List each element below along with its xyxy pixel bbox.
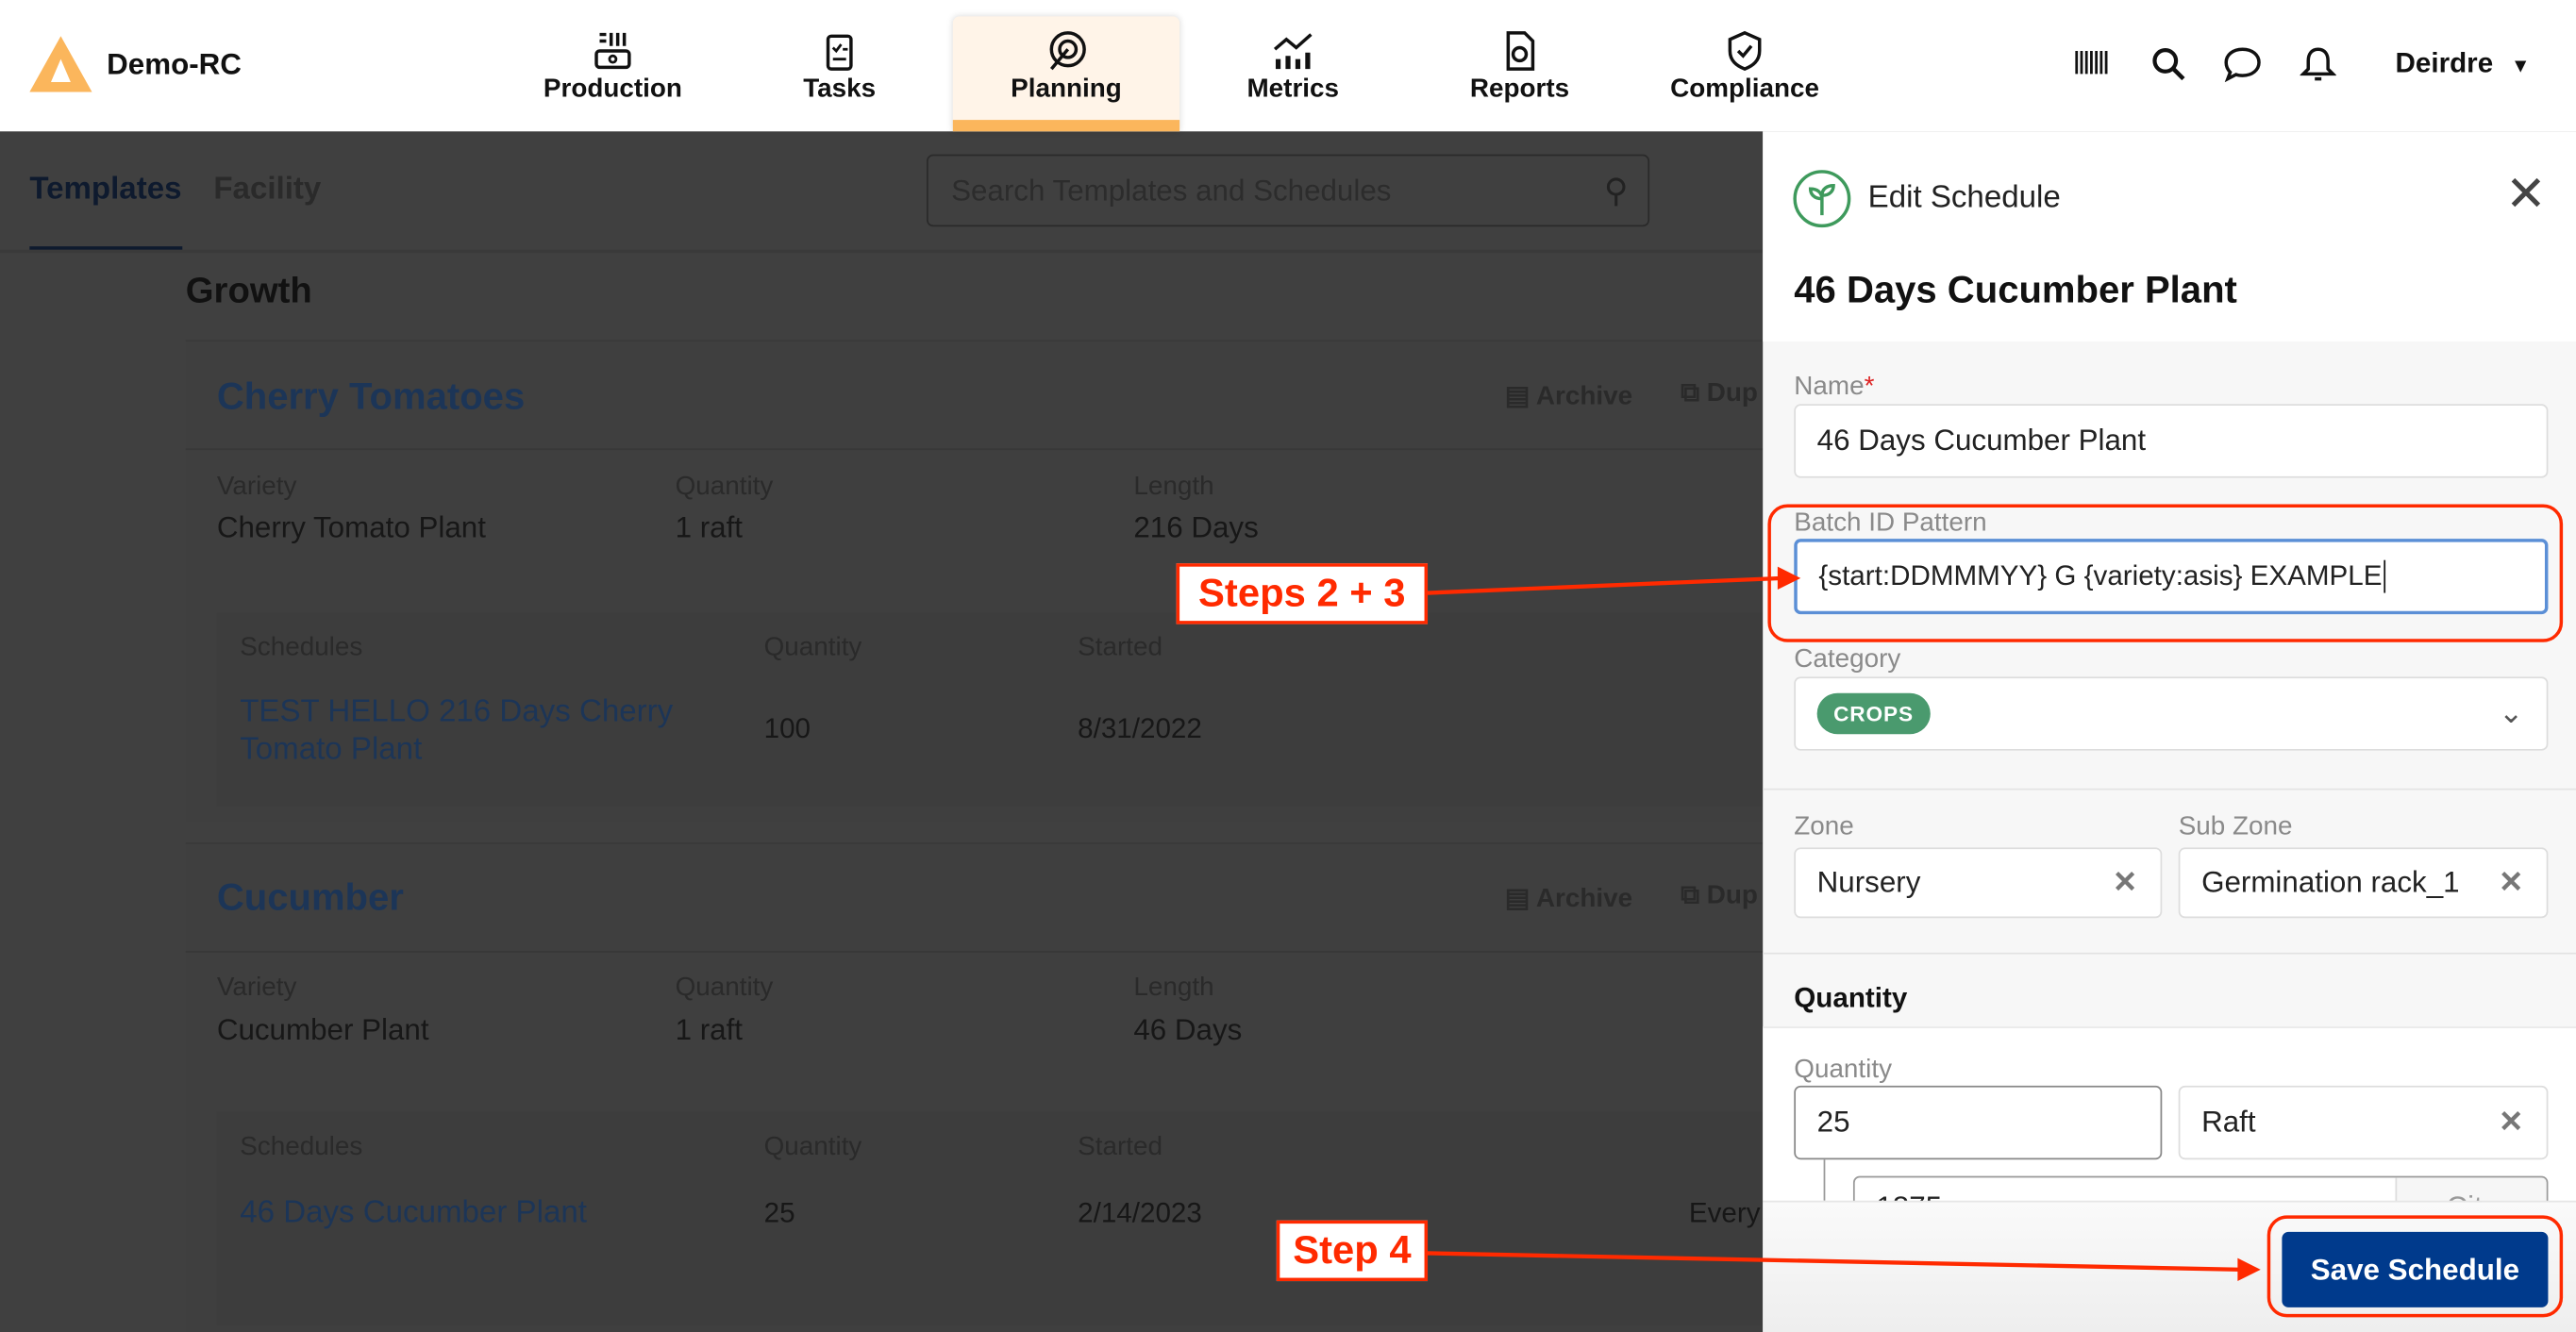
arrow-head-icon: [2237, 1257, 2261, 1282]
annotation-steps-2-3: Steps 2 + 3: [1176, 563, 1429, 624]
annotation-arrows: [1427, 566, 2261, 1282]
arrow-step23: [1427, 575, 1783, 595]
arrow-step4: [1427, 1251, 2243, 1273]
arrow-head-icon: [1777, 566, 1801, 591]
annotation-step-4: Step 4: [1276, 1220, 1429, 1282]
